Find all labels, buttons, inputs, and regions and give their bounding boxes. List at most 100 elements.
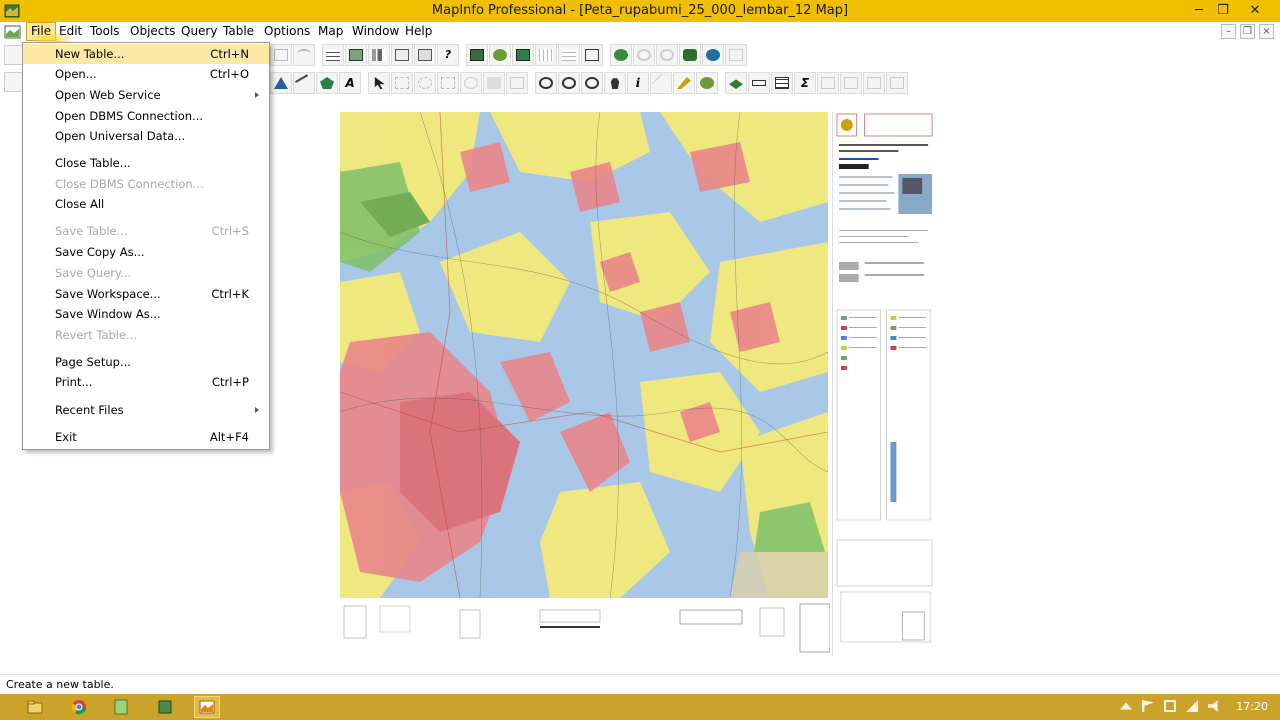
menu-item-open-dbms-connection[interactable]: Open DBMS Connection... [23,106,269,126]
menu-map[interactable]: Map [314,22,347,41]
polygon-select-icon[interactable] [437,72,459,94]
menu-item-print[interactable]: Print... Ctrl+P [23,372,269,392]
menu-item-save-copy-as[interactable]: Save Copy As... [23,242,269,262]
legend-icon[interactable] [771,72,793,94]
menu-options[interactable]: Options [260,22,314,41]
new-grapher-icon[interactable] [368,44,390,66]
pointer-toolbar-button[interactable] [4,72,24,92]
menu-item-save-table[interactable]: Save Table... Ctrl+S [23,221,269,241]
refresh-icon[interactable] [633,44,655,66]
clip-region-icon[interactable] [817,72,839,94]
globe-icon[interactable] [610,44,632,66]
new-redistrict-icon[interactable] [414,44,436,66]
window-tool-icon[interactable] [581,44,603,66]
menu-query[interactable]: Query [177,22,221,41]
menu-item-recent-files[interactable]: Recent Files [23,400,269,420]
mdi-restore-button[interactable]: ❐ [1240,24,1255,39]
marquee-select-icon[interactable] [391,72,413,94]
unselect-icon[interactable] [483,72,505,94]
menu-item-close-dbms-connection[interactable]: Close DBMS Connection... [23,174,269,194]
radius-select-icon[interactable] [414,72,436,94]
title-bar: MapInfo Professional - [Peta_rupabumi_25… [0,0,1280,22]
new-layout-icon[interactable] [391,44,413,66]
volume-icon[interactable] [1208,700,1218,712]
layer-control-2-icon[interactable] [725,72,747,94]
hotlink-icon[interactable] [650,72,672,94]
display-icon[interactable] [1164,700,1176,712]
restore-button[interactable]: ❐ [1208,0,1238,22]
menu-item-save-workspace[interactable]: Save Workspace... Ctrl+K [23,284,269,304]
menu-item-save-window-as[interactable]: Save Window As... [23,304,269,324]
menu-tools[interactable]: Tools [86,22,124,41]
menu-item-open-universal-data[interactable]: Open Universal Data... [23,126,269,146]
mdi-minimize-button[interactable]: – [1221,24,1236,39]
menu-bar: File Edit Tools Objects Query Table Opti… [0,22,1280,42]
menu-objects[interactable]: Objects [126,22,179,41]
ruler-icon[interactable] [748,72,770,94]
new-mapper-icon[interactable] [345,44,367,66]
menu-table[interactable]: Table [219,22,258,41]
menu-item-new-table[interactable]: New Table... Ctrl+N [23,44,269,64]
mapinfo-taskbar-icon[interactable] [194,696,220,718]
menu-help[interactable]: Help [401,22,436,41]
drag-map-icon[interactable] [696,72,718,94]
submenu-arrow-icon [255,92,259,98]
reshape-icon[interactable] [886,72,908,94]
help-pointer-icon[interactable]: ? [437,44,459,66]
menu-item-open[interactable]: Open... Ctrl+O [23,64,269,84]
mapbasic-icon[interactable] [152,696,178,718]
new-table-toolbar-button[interactable] [4,45,24,65]
mdi-close-button[interactable]: × [1259,24,1274,39]
menu-item-close-table[interactable]: Close Table... [23,153,269,173]
menu-window[interactable]: Window [348,22,403,41]
menu-item-save-query[interactable]: Save Query... [23,263,269,283]
geocode-icon[interactable] [702,44,724,66]
layer-control-icon[interactable] [466,44,488,66]
map-bottom-margin [343,603,830,653]
text-tool-icon[interactable]: A [339,72,361,94]
select-arrow-icon[interactable] [368,72,390,94]
label-tool-icon[interactable] [673,72,695,94]
polygon-tool-icon[interactable] [316,72,338,94]
menu-item-revert-table[interactable]: Revert Table... [23,325,269,345]
grabber-hand-icon[interactable] [604,72,626,94]
topographic-map-sheet[interactable] [340,112,940,656]
menu-item-page-setup[interactable]: Page Setup... [23,352,269,372]
statistics-sigma-icon[interactable]: Σ [794,72,816,94]
map-catalog-icon[interactable] [512,44,534,66]
set-target-icon[interactable] [840,72,862,94]
web-services-icon[interactable] [679,44,701,66]
flag-icon[interactable] [1142,700,1154,712]
zoom-out-icon[interactable] [558,72,580,94]
invert-select-icon[interactable] [506,72,528,94]
close-button[interactable]: ✕ [1240,0,1270,22]
menu-item-close-all[interactable]: Close All [23,194,269,214]
info-icon[interactable]: i [627,72,649,94]
undo-icon[interactable] [293,44,315,66]
line-tool-icon[interactable] [293,72,315,94]
network-icon[interactable] [1186,700,1198,712]
menu-item-exit[interactable]: Exit Alt+F4 [23,427,269,447]
taskbar-clock[interactable]: 17:20 [1236,700,1268,713]
map-options-icon[interactable] [863,72,885,94]
zoom-in-icon[interactable] [535,72,557,94]
grid-tool-icon[interactable] [535,44,557,66]
menu-item-open-web-service[interactable]: Open Web Service [23,85,269,105]
table-tool-icon[interactable] [558,44,580,66]
sync-icon[interactable] [656,44,678,66]
file-explorer-icon[interactable] [22,696,48,718]
cut-icon[interactable] [270,44,292,66]
notepad-icon[interactable] [108,696,134,718]
standard-toolbar: ? [270,42,776,68]
boundary-select-icon[interactable] [460,72,482,94]
tray-arrow-icon[interactable] [1120,702,1132,710]
new-browser-icon[interactable] [322,44,344,66]
chrome-icon[interactable] [66,696,92,718]
map-canvas[interactable] [340,112,828,598]
symbol-tool-icon[interactable] [270,72,292,94]
change-view-icon[interactable] [581,72,603,94]
tool-manager-icon[interactable] [489,44,511,66]
map-window-icon[interactable] [4,24,22,40]
disabled-tool-icon[interactable] [725,44,747,66]
map-legend-panel [832,112,933,656]
